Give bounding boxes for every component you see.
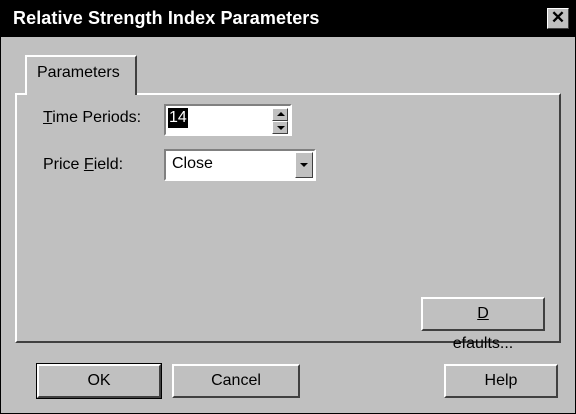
price-field-label: Price Field:	[43, 156, 124, 173]
price-field-select[interactable]: Close	[164, 149, 316, 181]
defaults-button[interactable]: Defaults...	[421, 297, 545, 352]
time-periods-spinbox[interactable]: 14	[164, 104, 292, 136]
tab-parameters[interactable]: Parameters	[25, 55, 137, 95]
arrow-up-icon	[277, 112, 285, 116]
help-button[interactable]: Help	[444, 364, 558, 398]
price-field-dropdown-button[interactable]	[295, 152, 313, 178]
close-icon: ✕	[550, 8, 566, 27]
price-field-value: Close	[172, 155, 213, 172]
spin-down-button[interactable]	[272, 121, 288, 134]
spin-up-button[interactable]	[272, 108, 288, 121]
time-periods-input[interactable]: 14	[168, 108, 188, 128]
tab-parameters-label: Parameters	[37, 64, 120, 81]
ok-button-label: OK	[87, 372, 111, 389]
close-button[interactable]: ✕	[547, 8, 569, 29]
arrow-down-icon	[277, 126, 285, 130]
chevron-down-icon	[300, 163, 308, 167]
time-periods-label: Time Periods:	[43, 109, 142, 126]
help-button-label: Help	[484, 372, 518, 389]
defaults-button-label: Defaults...	[452, 305, 514, 352]
window-title: Relative Strength Index Parameters	[13, 8, 320, 28]
ok-button[interactable]: OK	[36, 363, 162, 399]
cancel-button-label: Cancel	[211, 372, 261, 389]
cancel-button[interactable]: Cancel	[172, 364, 300, 398]
rsi-parameters-dialog: Relative Strength Index Parameters ✕ Par…	[0, 0, 576, 414]
title-bar[interactable]: Relative Strength Index Parameters ✕	[1, 1, 575, 37]
